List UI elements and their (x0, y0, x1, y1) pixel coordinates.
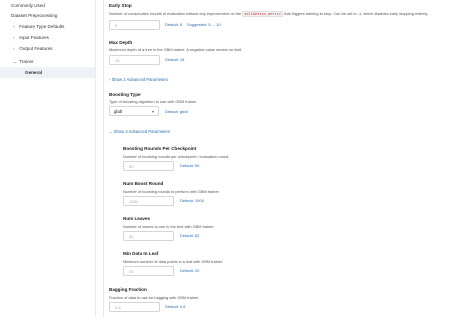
chevron-down-icon: ⌄ (13, 59, 17, 64)
sidebar-item-label: Feature Type Defaults (19, 24, 65, 29)
toggle-label: Show 2 Advanced Parameters (111, 77, 168, 82)
sidebar-item-general[interactable]: General (0, 67, 95, 78)
num-leaves-input[interactable]: 82 (123, 231, 174, 241)
max-depth-default: Default: 18 (165, 57, 185, 62)
boosting-rounds-default: Default: 50 (180, 163, 200, 168)
show-advanced-parameters-toggle-2[interactable]: ⌄ Show 4 Advanced Parameters (109, 129, 170, 134)
num-boost-round-label: Num Boost Round (123, 181, 164, 186)
sidebar-item-label: Input Features (19, 35, 49, 40)
early-stop-description: Number of consecutive rounds of evaluati… (109, 11, 429, 17)
num-boost-round-description: Number of boosting rounds to perform wit… (123, 189, 220, 194)
early-stop-desc-text-2: that triggers training to stop. Can be s… (283, 11, 429, 16)
max-depth-label: Max Depth (109, 40, 133, 45)
max-depth-input[interactable]: 18 (109, 55, 160, 65)
content-divider (103, 0, 104, 317)
min-data-in-leaf-description: Minimum number of data points in a leaf … (123, 259, 224, 264)
sidebar-item-input-features[interactable]: › Input Features (0, 32, 95, 43)
sidebar: Commonly Used Dataset Preprocessing › Fe… (0, 0, 96, 317)
boosting-type-value: gbdt (114, 109, 123, 114)
bagging-fraction-default: Default: 0.8 (165, 304, 186, 309)
sidebar-item-label: Commonly Used (11, 3, 45, 8)
chevron-down-icon: ▾ (151, 109, 154, 114)
sidebar-item-label: General (25, 70, 43, 75)
num-boost-round-default: Default: 1000 (180, 198, 204, 203)
boosting-type-description: Type of boosting algorithm to use with G… (109, 99, 198, 104)
boosting-type-default: Default: gbdt (165, 109, 188, 114)
sidebar-item-feature-type-defaults[interactable]: › Feature Type Defaults (0, 21, 95, 32)
early-stop-default: Default: 5 (165, 22, 183, 27)
boosting-rounds-label: Boosting Rounds Per Checkpoint (123, 146, 197, 151)
bagging-fraction-input[interactable]: 0.8 (109, 302, 160, 312)
early-stop-input[interactable]: 5 (109, 20, 160, 30)
sidebar-item-dataset-preprocessing[interactable]: Dataset Preprocessing (0, 10, 95, 21)
chevron-right-icon: › (13, 24, 15, 29)
num-leaves-description: Number of leaves to use in the tree with… (123, 224, 215, 229)
num-leaves-default: Default: 82 (180, 233, 200, 238)
min-data-in-leaf-default: Default: 20 (180, 268, 200, 273)
sidebar-item-output-features[interactable]: › Output Features (0, 43, 95, 54)
min-data-in-leaf-label: Min Data In Leaf (123, 251, 159, 256)
boosting-rounds-description: Number of boosting rounds per checkpoint… (123, 154, 230, 159)
chevron-right-icon: › (13, 46, 15, 51)
show-advanced-parameters-toggle[interactable]: › Show 2 Advanced Parameters (109, 77, 168, 82)
chevron-right-icon: › (109, 77, 111, 82)
early-stop-desc-text: Number of consecutive rounds of evaluati… (109, 11, 243, 16)
sidebar-item-label: Output Features (19, 46, 53, 51)
sidebar-item-label: Dataset Preprocessing (11, 13, 58, 18)
early-stop-suggested: Suggested: 5 ... 10 (187, 22, 221, 27)
bagging-fraction-description: Fraction of data to use for bagging with… (109, 295, 200, 300)
num-boost-round-input[interactable]: 1000 (123, 196, 174, 206)
validation-metric-code: validation_metric (242, 11, 284, 17)
max-depth-description: Maximum depth of a tree in the GBM train… (109, 47, 243, 52)
num-leaves-label: Num Leaves (123, 216, 151, 221)
boosting-type-label: Boosting Type (109, 92, 141, 97)
bagging-fraction-label: Bagging Fraction (109, 287, 147, 292)
sidebar-item-label: Trainer (19, 59, 34, 64)
min-data-in-leaf-input[interactable]: 20 (123, 266, 174, 276)
boosting-rounds-input[interactable]: 50 (123, 161, 174, 171)
sidebar-item-trainer[interactable]: ⌄ Trainer (0, 56, 95, 67)
chevron-down-icon: ⌄ (109, 129, 113, 134)
early-stop-label: Early Stop (109, 3, 132, 8)
boosting-type-select[interactable]: gbdt ▾ (109, 106, 159, 116)
toggle-label: Show 4 Advanced Parameters (113, 129, 171, 134)
chevron-right-icon: › (13, 35, 15, 40)
